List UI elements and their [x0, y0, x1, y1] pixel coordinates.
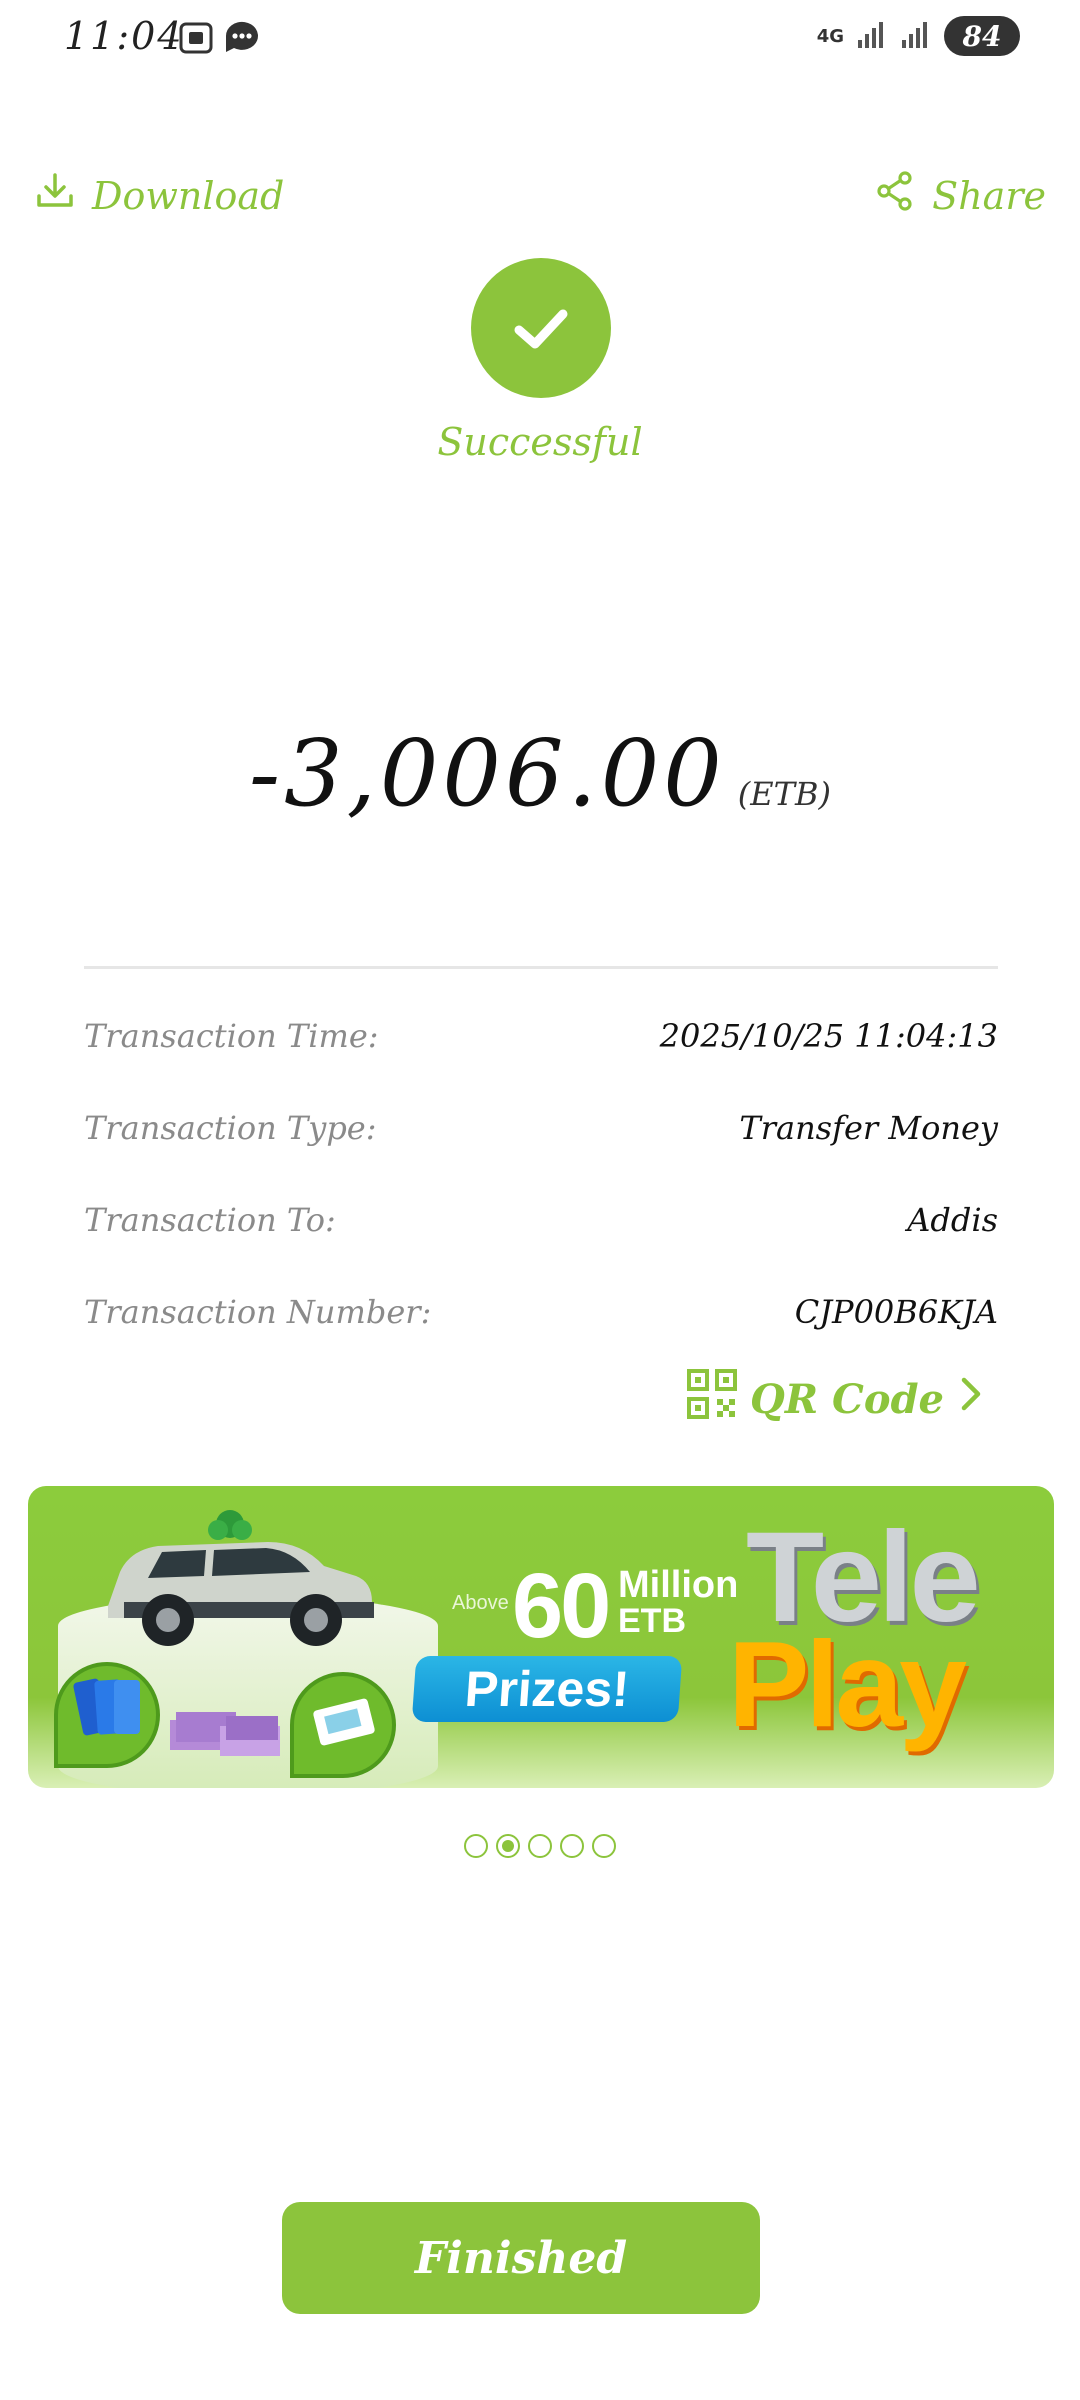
success-check-icon — [471, 258, 611, 398]
carousel-dot[interactable] — [592, 1834, 616, 1858]
detail-value: Transfer Money — [739, 1109, 998, 1147]
share-label: Share — [932, 173, 1046, 218]
carousel-dot[interactable] — [560, 1834, 584, 1858]
detail-row-number: Transaction Number: CJP00B6KJA — [84, 1266, 998, 1358]
amount-row: -3,006.00 (ETB) — [0, 720, 1080, 827]
share-icon — [874, 170, 916, 221]
car-image — [88, 1506, 378, 1660]
banner-currency: ETB — [618, 1602, 686, 1640]
divider — [84, 966, 998, 969]
status-right: 4G 84 — [817, 16, 1020, 56]
chevron-right-icon — [956, 1374, 986, 1424]
message-icon — [222, 18, 262, 62]
carousel-dot[interactable] — [528, 1834, 552, 1858]
ticket-icon — [310, 1692, 380, 1760]
transaction-details: Transaction Time: 2025/10/25 11:04:13 Tr… — [84, 990, 998, 1358]
detail-row-to: Transaction To: Addis — [84, 1174, 998, 1266]
currency-label: (ETB) — [737, 775, 831, 813]
signal-icon — [900, 18, 932, 54]
network-type: 4G — [816, 25, 844, 47]
banner-amount: 60 — [512, 1555, 611, 1657]
status-text: Successful — [437, 420, 643, 464]
detail-row-type: Transaction Type: Transfer Money — [84, 1082, 998, 1174]
battery-icon: 84 — [944, 16, 1020, 56]
detail-value: CJP00B6KJA — [794, 1293, 998, 1331]
detail-row-time: Transaction Time: 2025/10/25 11:04:13 — [84, 990, 998, 1082]
banner-prizes: Prizes! — [411, 1656, 683, 1722]
detail-label: Transaction Time: — [84, 1017, 379, 1055]
detail-label: Transaction To: — [84, 1201, 336, 1239]
download-label: Download — [92, 173, 285, 218]
banner-brand-play: Play — [728, 1616, 967, 1752]
signal-icon — [856, 18, 888, 54]
detail-value: Addis — [907, 1201, 998, 1239]
qr-code-icon — [686, 1368, 738, 1430]
qr-code-label: QR Code — [750, 1375, 944, 1423]
amount: -3,006.00 — [249, 720, 726, 827]
download-icon — [34, 170, 76, 221]
download-button[interactable]: Download — [34, 170, 284, 221]
carousel-dot-active[interactable] — [496, 1834, 520, 1858]
banner-above: Above — [452, 1592, 509, 1614]
phones-icon — [72, 1672, 146, 1760]
carousel-indicator — [0, 1834, 1080, 1858]
detail-label: Transaction Type: — [84, 1109, 377, 1147]
status-bar: 11:04 4G 84 — [0, 0, 1080, 80]
finished-button[interactable]: Finished — [282, 2202, 760, 2314]
carousel-dot[interactable] — [464, 1834, 488, 1858]
qr-code-link[interactable]: QR Code — [686, 1368, 986, 1430]
promo-banner[interactable]: Above 60 Million ETB Prizes! Tele Play — [28, 1486, 1054, 1788]
status-time: 11:04 — [64, 14, 184, 58]
detail-value: 2025/10/25 11:04:13 — [659, 1017, 998, 1055]
banner-million: Million — [618, 1564, 739, 1606]
screenshot-icon — [176, 18, 216, 62]
cash-stack-icon — [166, 1686, 286, 1770]
share-button[interactable]: Share — [874, 170, 1046, 221]
detail-label: Transaction Number: — [84, 1293, 432, 1331]
